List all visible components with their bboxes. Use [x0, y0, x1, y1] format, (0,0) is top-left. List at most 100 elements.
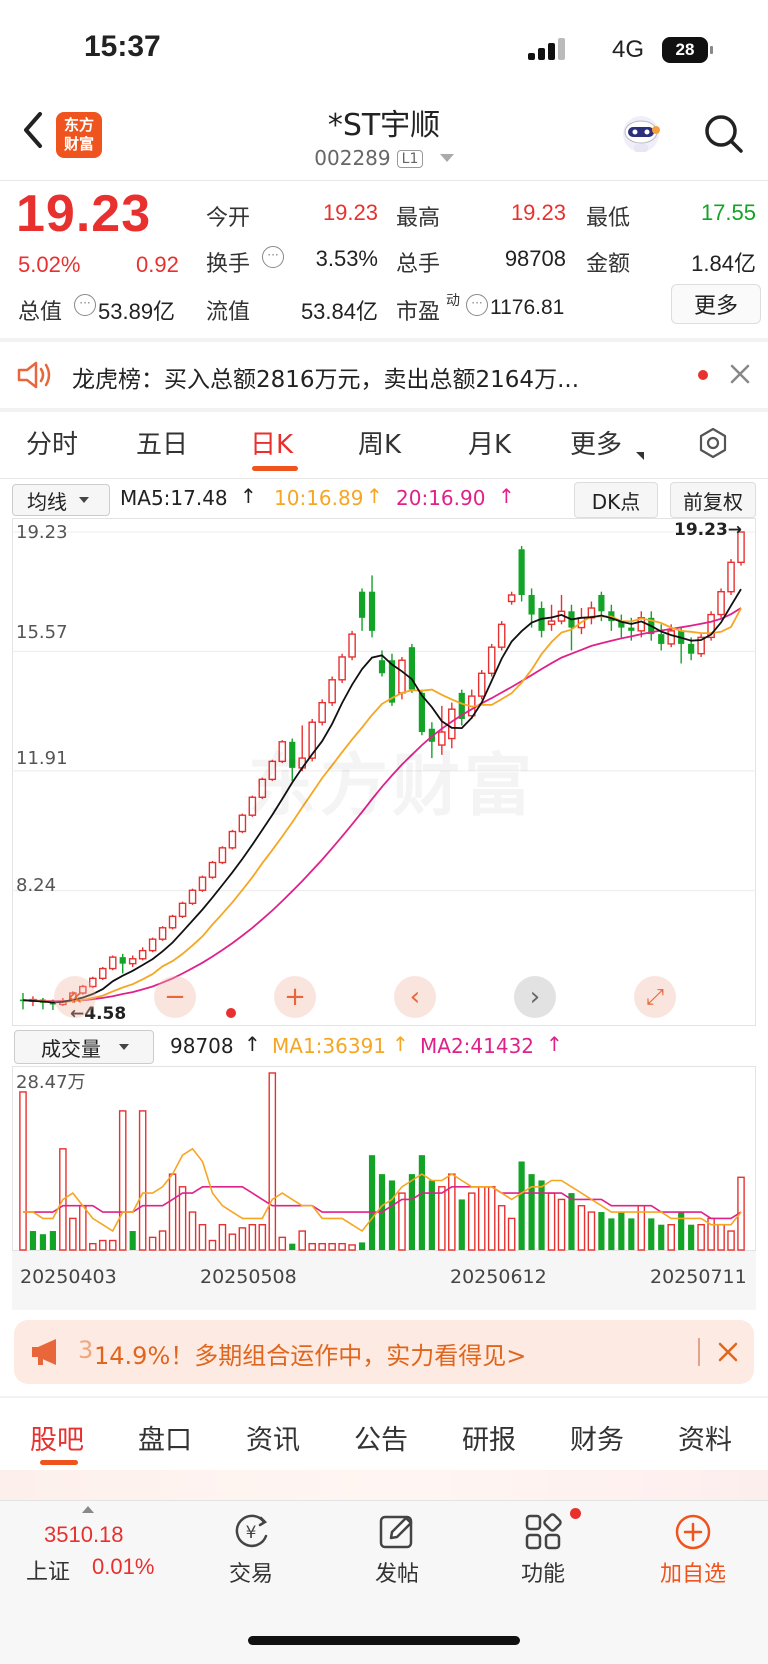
candle-down [688, 643, 695, 654]
candle-up [168, 915, 177, 929]
x-date-label: 20250711 [650, 1266, 747, 1288]
expand-icon: ⤢ [646, 984, 664, 1010]
close-notice-button[interactable] [728, 362, 752, 386]
zoom-in-button[interactable]: + [274, 976, 316, 1018]
volume-bar-down [598, 1212, 605, 1250]
volume-ma1: MA1:36391 [272, 1034, 387, 1058]
promo-banner[interactable]: 3 14.9%！多期组合运作中，实力看得见> [14, 1320, 754, 1384]
y-tick-label: 11.91 [16, 748, 68, 769]
volume-bar-down [358, 1242, 366, 1250]
tab-more-periods[interactable]: 更多 [570, 424, 622, 461]
unread-dot [698, 370, 708, 380]
volume-bar-up [727, 1230, 735, 1251]
candle-up [318, 701, 326, 723]
robot-assistant-icon[interactable] [618, 112, 664, 158]
volume-bar-up [168, 1173, 177, 1251]
volume-bar-down [428, 1180, 435, 1250]
chevron-left-icon: ‹ [409, 982, 421, 1012]
candle-up [238, 814, 247, 833]
info-icon[interactable]: ··· [262, 246, 284, 268]
volume-bar-down [608, 1218, 615, 1250]
nav-post-label: 发帖 [374, 1562, 419, 1587]
tab-week-k[interactable]: 周K [358, 424, 401, 461]
tab-day-k[interactable]: 日K [250, 424, 293, 461]
volume-xaxis-band [12, 1251, 756, 1310]
tab-pankou[interactable]: 盘口 [138, 1418, 192, 1457]
fullscreen-button[interactable]: ⤢ [634, 976, 676, 1018]
volume-bar-down [129, 1231, 136, 1250]
high-label: 最高 [396, 206, 441, 231]
volume-bar-up [108, 1239, 117, 1251]
dragon-tiger-notice[interactable]: 龙虎榜：买入总额2816万元，卖出总额2164万... [0, 342, 768, 408]
adjust-button[interactable]: 前复权 [670, 482, 756, 518]
nav-add-watchlist[interactable]: 加自选 [638, 1512, 748, 1588]
mktcap-label: 总值 [18, 300, 63, 325]
nav-trade[interactable]: ¥ 交易 [196, 1512, 306, 1588]
chart-settings-button[interactable] [696, 426, 730, 460]
volume-bar-up [667, 1224, 675, 1251]
pe-value: 1176.81 [490, 296, 565, 319]
candle-up [348, 633, 356, 658]
more-quote-button[interactable]: 更多 [671, 284, 761, 324]
float-label: 流值 [206, 300, 251, 325]
volume-bar-down [618, 1212, 625, 1250]
volume-chart[interactable] [12, 1066, 756, 1310]
home-indicator [248, 1636, 520, 1645]
info-icon[interactable]: ··· [466, 294, 488, 316]
plus-circle-icon [675, 1514, 711, 1550]
volume-bar-up [118, 1110, 127, 1251]
volume-bar-down [408, 1174, 416, 1250]
max-price-marker: 19.23→ [674, 520, 743, 540]
close-promo-button[interactable] [716, 1340, 740, 1364]
tab-announcements[interactable]: 公告 [354, 1418, 408, 1457]
grid-icon [525, 1513, 562, 1550]
tab-guba[interactable]: 股吧 [30, 1418, 84, 1457]
candle-up [667, 630, 675, 645]
volume-bar-down [289, 1243, 296, 1250]
double-chevron-left-icon: « [67, 982, 83, 1012]
zoom-out-button[interactable]: − [154, 976, 196, 1018]
candle-up [188, 889, 197, 905]
search-button[interactable] [702, 112, 746, 156]
volume-bar-up [278, 1236, 287, 1251]
tab-news[interactable]: 资讯 [246, 1418, 300, 1457]
promo-prefix: 3 [78, 1336, 94, 1364]
tab-finance[interactable]: 财务 [570, 1418, 624, 1457]
prev-button[interactable]: ‹ [394, 976, 436, 1018]
dk-point-button[interactable]: DK点 [574, 482, 658, 518]
info-icon[interactable]: ··· [74, 294, 96, 316]
network-type: 4G [612, 36, 645, 63]
tab-research[interactable]: 研报 [462, 1418, 516, 1457]
open-label: 今开 [206, 206, 251, 231]
volume-bar-up [318, 1242, 326, 1251]
up-arrow-icon: ↑ [244, 1032, 261, 1056]
caret-icon [636, 452, 644, 460]
ma5-value: MA5:17.48 [120, 486, 228, 510]
tab-five-day[interactable]: 五日 [136, 424, 188, 461]
megaphone-icon [32, 1339, 56, 1365]
index-widget[interactable]: 3510.18 上证 0.01% [20, 1504, 170, 1585]
tab-month-k[interactable]: 月K [468, 424, 511, 461]
low-label: 最低 [586, 206, 631, 231]
pe-superscript: 动 [446, 293, 460, 309]
candle-down [358, 591, 366, 618]
volume-bar-up [218, 1224, 227, 1251]
content-preview-strip [0, 1470, 768, 1500]
volume-indicator-select[interactable]: 成交量 [14, 1030, 154, 1064]
candle-up [228, 830, 237, 849]
mktcap-value: 53.89亿 [98, 299, 176, 324]
volume-bar-up [79, 1205, 87, 1251]
notice-text: 龙虎榜：买入总额2816万元，卖出总额2164万... [72, 367, 579, 393]
nav-post[interactable]: 发帖 [342, 1512, 452, 1588]
nav-functions[interactable]: 功能 [488, 1512, 598, 1588]
notification-dot [570, 1508, 581, 1519]
volume-bar-down [368, 1155, 376, 1250]
tab-profile[interactable]: 资料 [678, 1418, 732, 1457]
indicator-select[interactable]: 均线 [12, 484, 110, 516]
next-button[interactable]: › [514, 976, 556, 1018]
plus-icon: + [284, 982, 306, 1012]
volume-bar-up [208, 1239, 217, 1251]
tab-minute[interactable]: 分时 [26, 424, 78, 461]
fast-back-button[interactable]: « [54, 976, 96, 1018]
index-name: 上证 [26, 1560, 71, 1585]
